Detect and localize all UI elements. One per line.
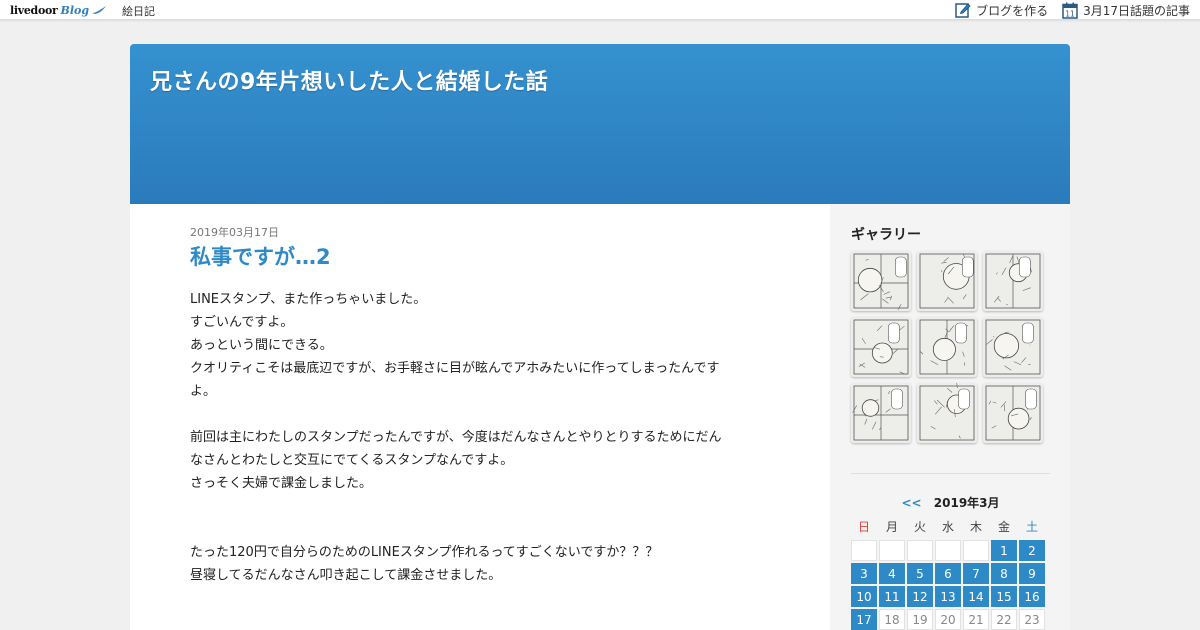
- calendar-day[interactable]: 6: [935, 563, 961, 584]
- post-date: 2019年03月17日: [190, 226, 279, 239]
- calendar-day: 20: [935, 609, 961, 630]
- calendar-day[interactable]: 16: [1019, 586, 1045, 607]
- post-body-line: LINEスタンプ、また作っちゃいました。: [190, 292, 427, 307]
- calendar-empty-cell: [879, 540, 905, 561]
- sidebar-divider: [851, 473, 1050, 474]
- calendar-empty-cell: [851, 540, 877, 561]
- calendar-weekday: 金: [997, 520, 1010, 534]
- post-body-line: よ。: [190, 384, 217, 399]
- blog-title[interactable]: 兄さんの9年片想いした人と結婚した話: [150, 64, 548, 96]
- calendar-month-label: 2019年3月: [933, 496, 1000, 510]
- create-blog-label: ブログを作る: [976, 3, 1049, 18]
- calendar-header: << 2019年3月: [851, 494, 1050, 511]
- calendar-day[interactable]: 1: [991, 540, 1017, 561]
- calendar-day[interactable]: 17: [851, 609, 877, 630]
- gallery-thumbnail[interactable]: [917, 251, 977, 311]
- post-body-line: クオリティこそは最底辺ですが、お手軽さに目が眩んでアホみたいに作ってしまったんで…: [190, 361, 720, 376]
- topic-articles-link[interactable]: 11 3月17日話題の記事: [1062, 2, 1190, 19]
- comic-sketch-image: [851, 317, 911, 377]
- calendar-day[interactable]: 11: [879, 586, 905, 607]
- calendar-day[interactable]: 2: [1019, 540, 1045, 561]
- post-body-line: あっという間にできる。: [190, 338, 333, 353]
- livedoor-blog-logo[interactable]: livedoor Blog: [10, 2, 107, 18]
- comic-sketch-image: [917, 317, 977, 377]
- calendar-day[interactable]: 14: [963, 586, 989, 607]
- comic-sketch-image: [851, 251, 911, 311]
- calendar-day[interactable]: 4: [879, 563, 905, 584]
- sidebar: ギャラリー << 2019年3月 日月火水木金土 1 2 3 4 5 6 7 8 9 10 11 12 1…: [830, 204, 1070, 630]
- main-content: 2019年03月17日 私事ですが…2 LINEスタンプ、また作っちゃいました。…: [130, 204, 830, 630]
- blog-header: 兄さんの9年片想いした人と結婚した話: [130, 44, 1070, 204]
- calendar-weekday: 火: [913, 520, 926, 534]
- post-body-line: 前回は主にわたしのスタンプだったんですが、今度はだんなさんとやりとりするためにだ…: [190, 430, 722, 445]
- topic-articles-label: 3月17日話題の記事: [1083, 3, 1190, 18]
- edit-icon: [955, 3, 971, 18]
- post-body: LINEスタンプ、また作っちゃいました。 すごいんですよ。あっという間にできる。ク…: [190, 288, 770, 587]
- calendar-day: 19: [907, 609, 933, 630]
- gallery-thumbnail[interactable]: [851, 251, 911, 311]
- calendar-day: 23: [1019, 609, 1045, 630]
- calendar-day[interactable]: 15: [991, 586, 1017, 607]
- calendar-weekday: 水: [941, 520, 954, 534]
- comic-sketch-image: [851, 383, 911, 443]
- logo-blog-text: Blog: [60, 3, 90, 17]
- comic-sketch-image: [983, 251, 1043, 311]
- gallery-thumbnail[interactable]: [851, 317, 911, 377]
- gallery-thumbnail[interactable]: [851, 383, 911, 443]
- calendar-empty-cell: [935, 540, 961, 561]
- calendar-weekday: 土: [1025, 520, 1038, 534]
- calendar-day: 21: [963, 609, 989, 630]
- gallery-thumbnail[interactable]: [917, 317, 977, 377]
- logo-livedoor-text: livedoor: [10, 3, 58, 17]
- post-body-line: 昼寝してるだんなさん叩き起こして課金させました。: [190, 568, 502, 583]
- bird-icon: [92, 6, 107, 14]
- top-right-links: ブログを作る 11 3月17日話題の記事: [955, 1, 1190, 19]
- comic-sketch-image: [983, 383, 1043, 443]
- gallery-thumbnail[interactable]: [983, 383, 1043, 443]
- calendar-day[interactable]: 7: [963, 563, 989, 584]
- comic-sketch-image: [983, 317, 1043, 377]
- calendar-day: 18: [879, 609, 905, 630]
- calendar-icon: 11: [1062, 2, 1078, 19]
- calendar-day[interactable]: 5: [907, 563, 933, 584]
- calendar-day: 22: [991, 609, 1017, 630]
- calendar-grid: 日月火水木金土 1 2 3 4 5 6 7 8 9 10 11 12 13 14 15 16 17 18 19 20 21…: [851, 518, 1050, 630]
- gallery-thumbnail[interactable]: [983, 317, 1043, 377]
- genre-link[interactable]: 絵日記: [122, 3, 155, 19]
- calendar-day[interactable]: 9: [1019, 563, 1045, 584]
- calendar-icon-day: 11: [1065, 9, 1075, 18]
- post-body-line: さっそく夫婦で課金しました。: [190, 476, 373, 491]
- calendar-empty-cell: [907, 540, 933, 561]
- post-body-line: すごいんですよ。: [190, 315, 294, 330]
- create-blog-link[interactable]: ブログを作る: [955, 2, 1048, 19]
- gallery-grid: [851, 251, 1043, 443]
- calendar-day[interactable]: 10: [851, 586, 877, 607]
- calendar-day[interactable]: 3: [851, 563, 877, 584]
- calendar-day[interactable]: 12: [907, 586, 933, 607]
- post-body-line: たった120円で自分らのためのLINEスタンプ作れるってすごくないですか？？？: [190, 545, 659, 560]
- calendar-day[interactable]: 8: [991, 563, 1017, 584]
- calendar-weekday: 月: [885, 520, 898, 534]
- calendar-empty-cell: [963, 540, 989, 561]
- gallery-thumbnail[interactable]: [983, 251, 1043, 311]
- post-title[interactable]: 私事ですが…2: [190, 241, 331, 271]
- post-body-line: なさんとわたしと交互にでてくるスタンプなんですよ。: [190, 453, 514, 468]
- comic-sketch-image: [917, 383, 977, 443]
- gallery-title: ギャラリー: [851, 227, 921, 243]
- gallery-thumbnail[interactable]: [917, 383, 977, 443]
- calendar-weekday: 日: [857, 520, 870, 534]
- top-navigation-bar: livedoor Blog 絵日記 ブログを作る 11 3月17日話題の記事: [0, 0, 1200, 20]
- calendar-prev-month-link[interactable]: <<: [901, 496, 921, 510]
- calendar-weekday: 木: [969, 520, 982, 534]
- comic-sketch-image: [917, 251, 977, 311]
- calendar-day[interactable]: 13: [935, 586, 961, 607]
